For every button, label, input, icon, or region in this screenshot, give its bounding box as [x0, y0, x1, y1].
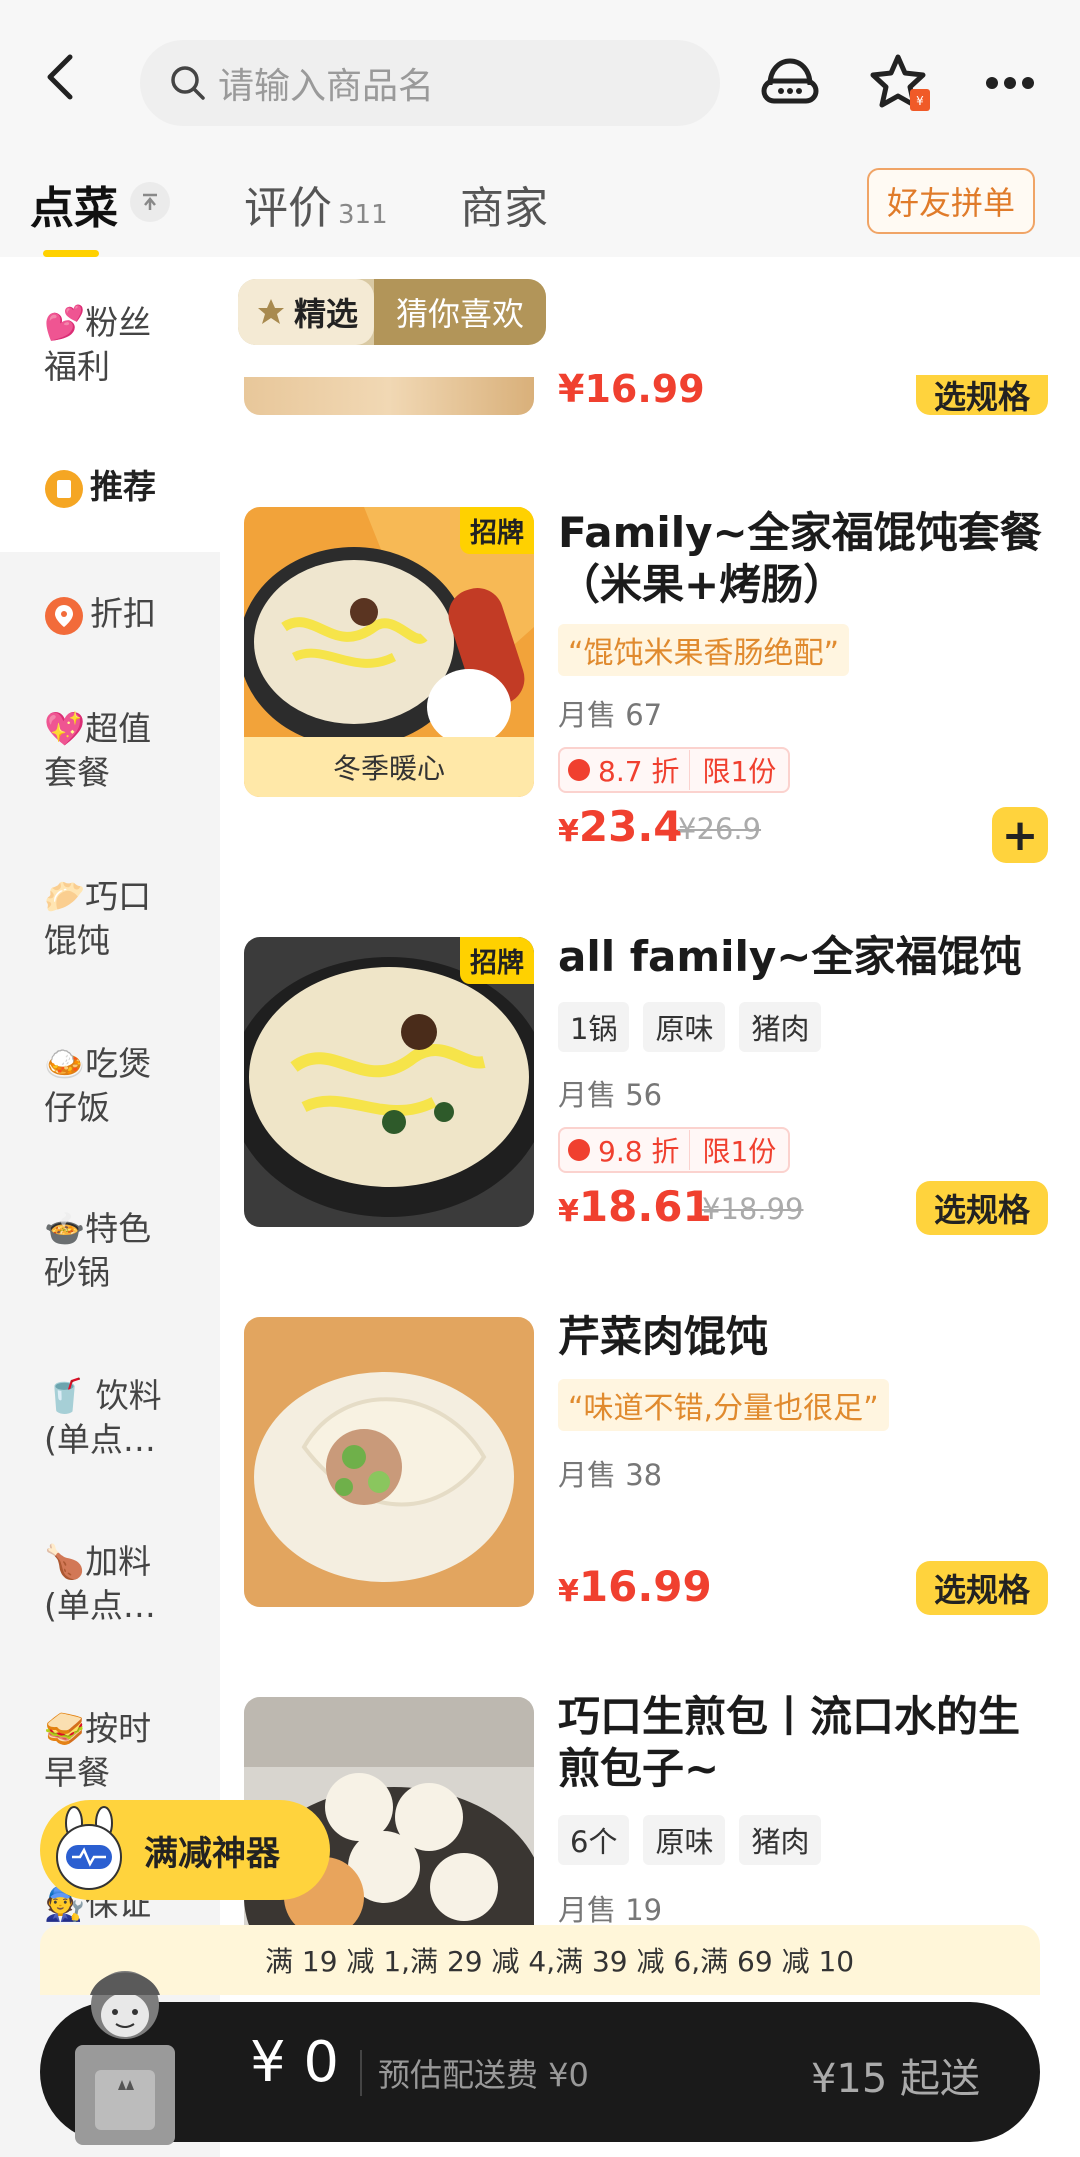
filter-toggle[interactable]: 精选 猜你喜欢 — [238, 279, 547, 345]
sidebar-item-label: 🥟巧口 — [44, 877, 152, 916]
sidebar-item-label: 福利 — [44, 347, 110, 386]
sidebar-item-casserole[interactable]: 🍲特色 砂锅 — [0, 1207, 220, 1327]
tag: 猪肉 — [739, 1815, 822, 1865]
menu-item-price: ¥16.99 — [558, 1562, 712, 1611]
sidebar-item-label: (单点… — [44, 1420, 156, 1459]
svg-text:¥: ¥ — [916, 94, 924, 108]
menu-item-price: ¥18.61 — [558, 1182, 712, 1231]
sidebar-item-label: 折扣 — [90, 594, 156, 633]
sidebar-item-label: 🍛吃煲 — [44, 1044, 152, 1083]
sidebar-item-label: 仔饭 — [44, 1088, 110, 1127]
menu-item-original-price: ¥26.9 — [678, 812, 762, 846]
filter-featured[interactable]: 精选 — [238, 279, 375, 345]
menu-item-quote: “味道不错,分量也很足” — [558, 1379, 889, 1431]
sidebar-item-recommend[interactable]: 推荐 — [0, 422, 220, 552]
top-bar: 请输入商品名 ¥ — [0, 0, 1080, 165]
sidebar-item-drinks[interactable]: 🥤 饮料 (单点… — [0, 1374, 220, 1494]
search-input[interactable]: 请输入商品名 — [140, 40, 720, 126]
star-icon — [258, 299, 284, 324]
sidebar-item-label: 🍗加料 — [44, 1542, 152, 1581]
sidebar-item-label: 🍲特色 — [44, 1209, 152, 1248]
tag: 6个 — [558, 1815, 630, 1865]
menu-item-image — [244, 1317, 534, 1607]
tab-reviews[interactable]: 评价 311 — [244, 172, 388, 236]
pin-top-icon[interactable] — [130, 182, 170, 222]
menu-item[interactable]: 招牌 冬季暖心 Family~全家福馄饨套餐（米果+烤肠） “馄饨米果香肠绝配”… — [220, 507, 1080, 937]
sidebar-item-label: 推荐 — [90, 467, 156, 506]
sidebar-item-label: 早餐 — [44, 1753, 110, 1792]
menu-item[interactable]: 招牌 all family~全家福馄饨 1锅 原味 猪肉 月售 56 9.8 折… — [220, 932, 1080, 1307]
sidebar-item-label: (单点… — [44, 1586, 156, 1625]
delivery-fee: 预估配送费 ¥0 — [360, 2050, 589, 2096]
partial-item-spec-button[interactable]: 选规格 — [916, 375, 1048, 416]
discount-badge: 9.8 折 限1份 — [558, 1127, 791, 1173]
discount-badge: 8.7 折 限1份 — [558, 747, 791, 793]
discount-tag-icon — [568, 1139, 590, 1161]
menu-item-sold: 月售 38 — [558, 1458, 663, 1492]
tab-underline — [43, 250, 99, 257]
sidebar-item-fan-welfare[interactable]: 💕粉丝 福利 — [0, 257, 220, 422]
menu-item-sold: 月售 19 — [558, 1893, 663, 1927]
signature-badge: 招牌 — [460, 937, 534, 984]
menu-item-sold: 月售 56 — [558, 1078, 663, 1112]
menu-item-title: 芹菜肉馄饨 — [558, 1312, 769, 1361]
search-placeholder: 请输入商品名 — [218, 66, 435, 107]
menu-item-quote: “馄饨米果香肠绝配” — [558, 624, 850, 676]
sidebar-item-wonton[interactable]: 🥟巧口 馄饨 — [0, 875, 220, 995]
thumb-caption: 冬季暖心 — [244, 737, 534, 797]
review-count: 311 — [338, 200, 388, 230]
sidebar-item-value-set[interactable]: 💖超值 套餐 — [0, 707, 220, 827]
menu-item-image: 招牌 — [244, 937, 534, 1227]
sidebar-item-label: 套餐 — [44, 753, 110, 792]
sidebar-item-label: 🥪按时 — [44, 1709, 152, 1748]
customer-service-icon[interactable] — [755, 48, 825, 118]
menu-item[interactable]: 芹菜肉馄饨 “味道不错,分量也很足” 月售 38 ¥16.99 选规格 — [220, 1312, 1080, 1687]
tag: 猪肉 — [739, 1002, 822, 1052]
menu-item-image: 招牌 冬季暖心 — [244, 507, 534, 797]
sidebar-item-label: 砂锅 — [44, 1253, 110, 1292]
signature-badge: 招牌 — [460, 507, 534, 554]
select-spec-button[interactable]: 选规格 — [916, 1561, 1048, 1615]
partial-item-thumb — [244, 377, 534, 415]
menu-item-original-price: ¥18.99 — [702, 1192, 804, 1226]
min-order: ¥15 起送 — [810, 2056, 980, 2102]
more-icon[interactable] — [975, 48, 1045, 118]
rider-mascot-icon[interactable] — [50, 1960, 200, 2150]
cart-amount: ¥ 0 — [250, 2030, 340, 2095]
search-icon — [171, 66, 205, 100]
sidebar-item-label: 🥤 饮料 — [44, 1376, 162, 1415]
group-order-button[interactable]: 好友拼单 — [867, 168, 1035, 234]
sidebar-item-label: 💕粉丝 — [44, 303, 152, 342]
tab-order[interactable]: 点菜 — [30, 172, 118, 236]
sidebar-item-discount[interactable]: 折扣 — [0, 552, 220, 672]
filter-guess-you-like[interactable]: 猜你喜欢 — [374, 279, 547, 345]
menu-item-title: 巧口生煎包丨流口水的生煎包子~ — [558, 1692, 1021, 1793]
menu-item-title: all family~全家福馄饨 — [558, 932, 1022, 981]
menu-item-tags: 1锅 原味 猪肉 — [558, 1002, 822, 1052]
menu-item-sold: 月售 67 — [558, 698, 663, 732]
sidebar-item-add-ons[interactable]: 🍗加料 (单点… — [0, 1540, 220, 1660]
select-spec-button[interactable]: 选规格 — [916, 1181, 1048, 1235]
menu-item-title: Family~全家福馄饨套餐（米果+烤肠） — [558, 508, 1042, 609]
tab-merchant[interactable]: 商家 — [460, 172, 548, 236]
sidebar-item-label: 💖超值 — [44, 709, 152, 748]
sidebar-item-label: 馄饨 — [44, 921, 110, 960]
tag: 原味 — [643, 1002, 726, 1052]
menu-item-price: ¥23.4 — [558, 802, 683, 851]
tag: 原味 — [643, 1815, 726, 1865]
sidebar-item-claypot-rice[interactable]: 🍛吃煲 仔饭 — [0, 1042, 220, 1162]
menu-list: 精选 猜你喜欢 ¥16.99 选规格 招牌 冬季暖心 Family~全家福馄饨套… — [220, 257, 1080, 2157]
tag: 1锅 — [558, 1002, 630, 1052]
discount-tag-icon — [568, 759, 590, 781]
discount-helper-button[interactable]: 满减神器 — [40, 1800, 330, 1900]
add-to-cart-button[interactable]: + — [992, 807, 1048, 863]
discount-helper-label: 满减神器 — [144, 1833, 280, 1874]
favorite-star-icon[interactable]: ¥ — [865, 48, 935, 118]
discount-tag-icon — [44, 596, 84, 636]
menu-item-tags: 6个 原味 猪肉 — [558, 1815, 822, 1865]
recommend-icon — [44, 469, 84, 509]
robot-icon — [56, 1806, 122, 1890]
back-icon[interactable] — [40, 52, 80, 102]
partial-item-price: ¥16.99 — [558, 367, 705, 411]
